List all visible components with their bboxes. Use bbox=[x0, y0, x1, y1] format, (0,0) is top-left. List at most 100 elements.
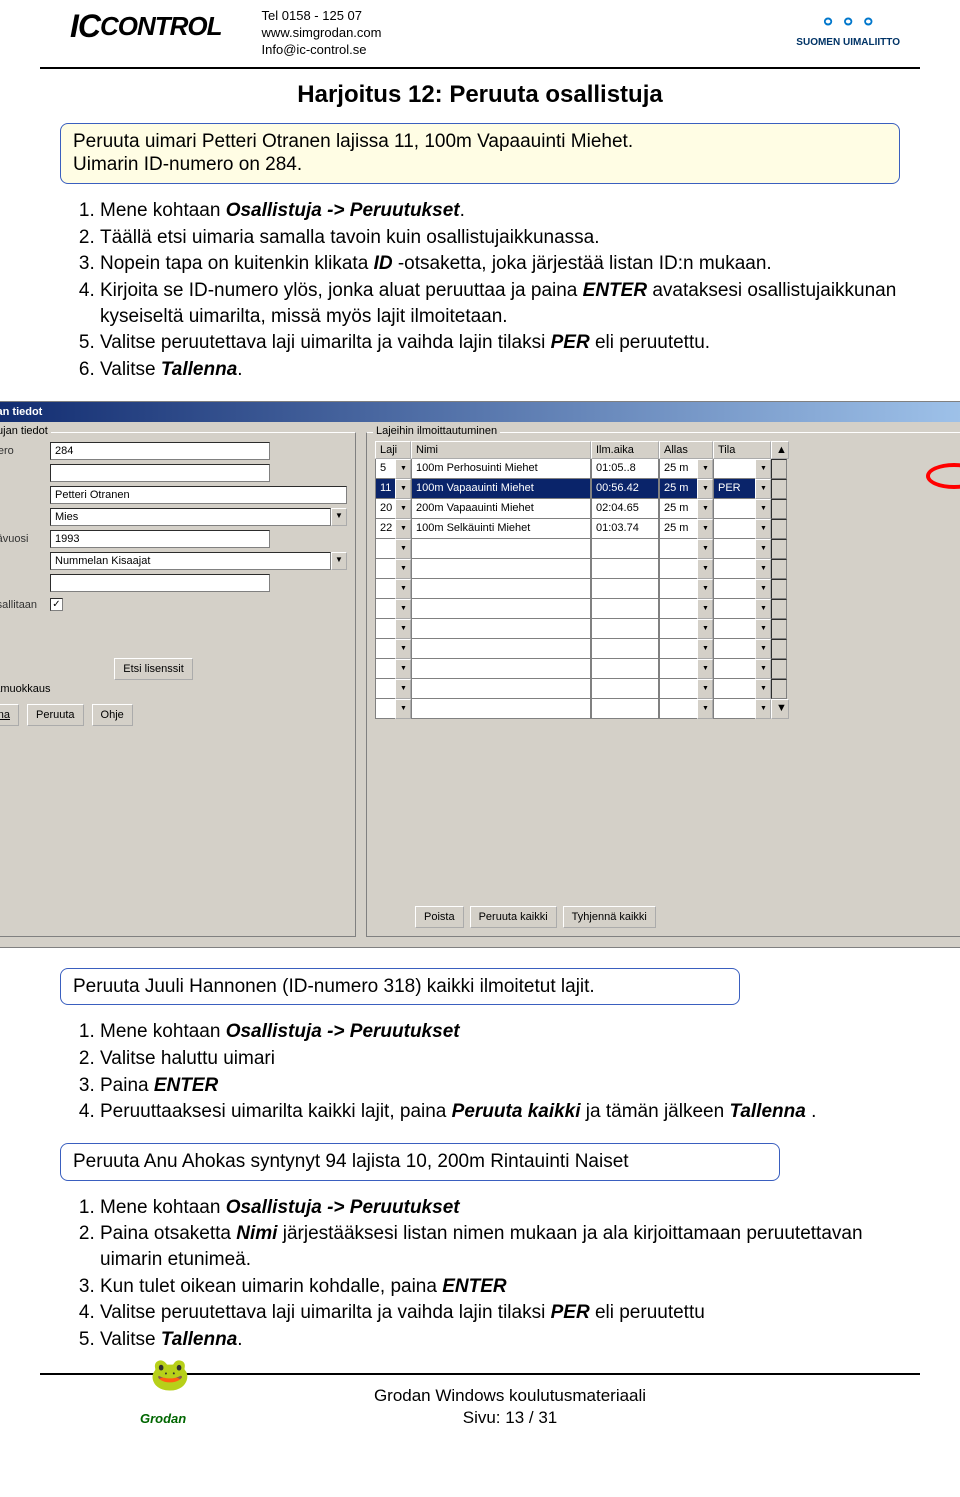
tila-dropdown-icon[interactable]: ▼ bbox=[755, 579, 771, 599]
tila-dropdown-icon[interactable]: ▼ bbox=[755, 619, 771, 639]
tila-dropdown-icon[interactable]: ▼ bbox=[755, 639, 771, 659]
scroll-track[interactable] bbox=[771, 499, 787, 519]
col-tila[interactable]: Tila bbox=[713, 441, 771, 459]
scroll-up-icon[interactable]: ▲ bbox=[771, 441, 789, 459]
scroll-track[interactable] bbox=[771, 659, 787, 679]
col-nimi[interactable]: Nimi bbox=[411, 441, 591, 459]
scroll-track[interactable] bbox=[771, 519, 787, 539]
scroll-track[interactable] bbox=[771, 639, 787, 659]
list-item: Peruuttaaksesi uimarilta kaikki lajit, p… bbox=[100, 1099, 900, 1125]
list-item: Kun tulet oikean uimarin kohdalle, paina… bbox=[100, 1274, 900, 1300]
allas-dropdown-icon[interactable]: ▼ bbox=[697, 599, 713, 619]
table-row[interactable]: ▼ ▼ ▼ bbox=[375, 599, 960, 619]
club-input[interactable]: Nummelan Kisaajat bbox=[50, 552, 331, 570]
laji-dropdown-icon[interactable]: ▼ bbox=[395, 519, 411, 539]
laji-dropdown-icon[interactable]: ▼ bbox=[395, 679, 411, 699]
delete-button[interactable]: Poista bbox=[415, 906, 464, 928]
allas-dropdown-icon[interactable]: ▼ bbox=[697, 519, 713, 539]
laji-dropdown-icon[interactable]: ▼ bbox=[395, 479, 411, 499]
save-button[interactable]: Tallenna bbox=[0, 704, 19, 726]
name-input[interactable]: Petteri Otranen bbox=[50, 486, 347, 504]
allas-dropdown-icon[interactable]: ▼ bbox=[697, 459, 713, 479]
help-button[interactable]: Ohje bbox=[92, 704, 133, 726]
tila-dropdown-icon[interactable]: ▼ bbox=[755, 659, 771, 679]
list-item: Valitse peruutettava laji uimarilta ja v… bbox=[100, 1300, 900, 1326]
table-row[interactable]: 22▼100m Selkäuinti Miehet01:03.7425 m▼▼ bbox=[375, 519, 960, 539]
allas-dropdown-icon[interactable]: ▼ bbox=[697, 499, 713, 519]
table-row[interactable]: ▼ ▼ ▼ bbox=[375, 579, 960, 599]
points-checkbox[interactable]: ✓ bbox=[50, 598, 63, 611]
scroll-track[interactable] bbox=[771, 539, 787, 559]
allas-dropdown-icon[interactable]: ▼ bbox=[697, 559, 713, 579]
tila-dropdown-icon[interactable]: ▼ bbox=[755, 679, 771, 699]
scroll-track[interactable] bbox=[771, 579, 787, 599]
laji-dropdown-icon[interactable]: ▼ bbox=[395, 539, 411, 559]
laji-dropdown-icon[interactable]: ▼ bbox=[395, 699, 411, 719]
tila-dropdown-icon[interactable]: ▼ bbox=[755, 459, 771, 479]
scroll-down-icon[interactable]: ▼ bbox=[771, 699, 789, 719]
table-row[interactable]: 11▼100m Vapaauinti Miehet00:56.4225 m▼PE… bbox=[375, 479, 960, 499]
table-row[interactable]: ▼ ▼ ▼ bbox=[375, 619, 960, 639]
table-row[interactable]: ▼ ▼ ▼ bbox=[375, 679, 960, 699]
table-row[interactable]: ▼ ▼ ▼ bbox=[375, 539, 960, 559]
list-item: Täällä etsi uimaria samalla tavoin kuin … bbox=[100, 225, 900, 251]
scroll-track[interactable] bbox=[771, 559, 787, 579]
search-licenses-button[interactable]: Etsi lisenssit bbox=[114, 658, 193, 680]
quickedit-label: Pikamuokkaus bbox=[0, 683, 51, 695]
footer-text: Grodan Windows koulutusmateriaali Sivu: … bbox=[374, 1385, 646, 1429]
laji-dropdown-icon[interactable]: ▼ bbox=[395, 659, 411, 679]
table-row[interactable]: 20▼200m Vapaauinti Miehet02:04.6525 m▼▼ bbox=[375, 499, 960, 519]
header-divider bbox=[40, 67, 920, 69]
laji-dropdown-icon[interactable]: ▼ bbox=[395, 499, 411, 519]
allas-dropdown-icon[interactable]: ▼ bbox=[697, 479, 713, 499]
table-row[interactable]: ▼ ▼ ▼ bbox=[375, 639, 960, 659]
license-input[interactable] bbox=[50, 464, 270, 482]
col-allas[interactable]: Allas bbox=[659, 441, 713, 459]
class-input[interactable]: Mies bbox=[50, 508, 331, 526]
allas-dropdown-icon[interactable]: ▼ bbox=[697, 659, 713, 679]
tila-dropdown-icon[interactable]: ▼ bbox=[755, 479, 771, 499]
clear-all-button[interactable]: Tyhjennä kaikki bbox=[563, 906, 656, 928]
scroll-track[interactable] bbox=[771, 679, 787, 699]
tila-dropdown-icon[interactable]: ▼ bbox=[755, 519, 771, 539]
allas-dropdown-icon[interactable]: ▼ bbox=[697, 539, 713, 559]
allas-dropdown-icon[interactable]: ▼ bbox=[697, 679, 713, 699]
cancel-button[interactable]: Peruuta bbox=[27, 704, 84, 726]
page-title: Harjoitus 12: Peruuta osallistuja bbox=[60, 81, 900, 109]
allas-dropdown-icon[interactable]: ▼ bbox=[697, 619, 713, 639]
table-row[interactable]: ▼ ▼ ▼ bbox=[375, 659, 960, 679]
tila-dropdown-icon[interactable]: ▼ bbox=[755, 699, 771, 719]
col-aika[interactable]: Ilm.aika bbox=[591, 441, 659, 459]
grodan-logo: Grodan bbox=[140, 1411, 186, 1426]
col-laji[interactable]: Laji bbox=[375, 441, 411, 459]
sort-input[interactable] bbox=[50, 574, 270, 592]
class-dropdown-icon[interactable]: ▼ bbox=[331, 508, 347, 526]
allas-dropdown-icon[interactable]: ▼ bbox=[697, 579, 713, 599]
birthyear-input[interactable]: 1993 bbox=[50, 530, 270, 548]
laji-dropdown-icon[interactable]: ▼ bbox=[395, 599, 411, 619]
dialog-screenshot: Osallistujan tiedot × Osallistujan tiedo… bbox=[0, 401, 960, 948]
tila-dropdown-icon[interactable]: ▼ bbox=[755, 539, 771, 559]
list-item: Valitse Tallenna. bbox=[100, 1327, 900, 1353]
tila-dropdown-icon[interactable]: ▼ bbox=[755, 499, 771, 519]
laji-dropdown-icon[interactable]: ▼ bbox=[395, 459, 411, 479]
scroll-track[interactable] bbox=[771, 459, 787, 479]
laji-dropdown-icon[interactable]: ▼ bbox=[395, 579, 411, 599]
cancel-all-button[interactable]: Peruuta kaikki bbox=[470, 906, 557, 928]
scroll-track[interactable] bbox=[771, 599, 787, 619]
scroll-track[interactable] bbox=[771, 479, 787, 499]
dialog-titlebar[interactable]: Osallistujan tiedot × bbox=[0, 402, 960, 422]
laji-dropdown-icon[interactable]: ▼ bbox=[395, 639, 411, 659]
tila-dropdown-icon[interactable]: ▼ bbox=[755, 599, 771, 619]
allas-dropdown-icon[interactable]: ▼ bbox=[697, 639, 713, 659]
laji-dropdown-icon[interactable]: ▼ bbox=[395, 559, 411, 579]
club-dropdown-icon[interactable]: ▼ bbox=[331, 552, 347, 570]
table-row[interactable]: 5▼100m Perhosuinti Miehet01:05..825 m▼▼ bbox=[375, 459, 960, 479]
table-row[interactable]: ▼ ▼ ▼ bbox=[375, 559, 960, 579]
id-input[interactable]: 284 bbox=[50, 442, 270, 460]
laji-dropdown-icon[interactable]: ▼ bbox=[395, 619, 411, 639]
tila-dropdown-icon[interactable]: ▼ bbox=[755, 559, 771, 579]
allas-dropdown-icon[interactable]: ▼ bbox=[697, 699, 713, 719]
table-row[interactable]: ▼▼▼▼ bbox=[375, 699, 960, 719]
scroll-track[interactable] bbox=[771, 619, 787, 639]
